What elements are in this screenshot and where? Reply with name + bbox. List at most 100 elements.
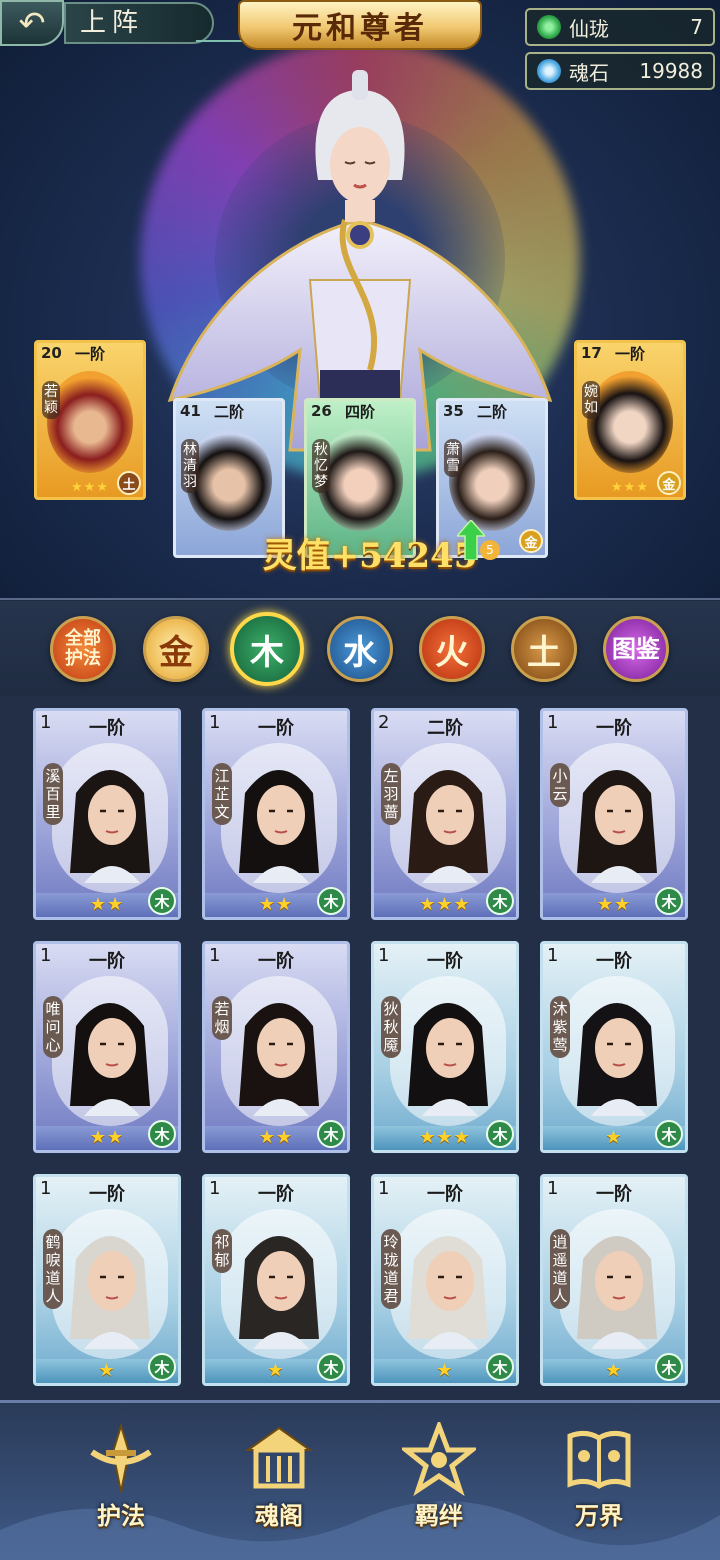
element-badge: 木 [655,887,683,915]
nav-wanjie[interactable]: 万界 [544,1422,654,1542]
roster-card[interactable]: 1 一阶 江芷文 ★★ 木 [202,708,350,920]
card-rank: 一阶 [258,1184,294,1205]
card-rank: 一阶 [596,951,632,972]
lineup-slot-1[interactable]: 20 一阶 若颖 ★★★ 土 [34,340,146,500]
roster-card[interactable]: 1 一阶 祁郁 ★ 木 [202,1174,350,1386]
character-portrait [577,1236,657,1349]
roster-card[interactable]: 1 一阶 鹤唳道人 ★ 木 [33,1174,181,1386]
filter-label: 全部护法 [65,628,101,669]
portrait [449,429,535,531]
filter-codex[interactable]: 图鉴 [603,616,669,682]
element-badge: 木 [148,1353,176,1381]
card-rank: 一阶 [89,718,125,739]
card-name: 若颖 [42,381,60,419]
card-name: 溪百里 [43,763,63,825]
card-rank: 二阶 [476,403,507,421]
character-portrait [239,1236,319,1349]
nav-label: 魂阁 [255,1501,303,1530]
element-badge: 木 [486,1120,514,1148]
character-portrait [70,770,150,883]
scene-divider [0,598,720,600]
roster-card[interactable]: 1 一阶 小云 ★★ 木 [540,708,688,920]
card-rank: 一阶 [614,345,645,363]
portrait [587,371,673,473]
card-name: 祁郁 [212,1229,232,1273]
screen-title: 上阵 [64,2,214,44]
roster-card[interactable]: 1 一阶 狄秋魇 ★★★ 木 [371,941,519,1153]
card-name: 左羽蔷 [381,763,401,825]
card-name: 萧雪 [444,439,462,477]
pavilion-emblem-icon [244,1426,314,1489]
nav-label: 羁绊 [415,1501,463,1530]
element-badge: 木 [655,1353,683,1381]
card-rank: 二阶 [213,403,244,421]
character-portrait [239,770,319,883]
character-portrait [408,1003,488,1116]
roster-card[interactable]: 1 一阶 逍遥道人 ★ 木 [540,1174,688,1386]
book-emblem-icon [567,1430,631,1489]
roster-card[interactable]: 1 一阶 溪百里 ★★ 木 [33,708,181,920]
roster-card[interactable]: 1 一阶 玲珑道君 ★ 木 [371,1174,519,1386]
card-name: 鹤唳道人 [43,1229,63,1309]
lineup-scene: ↶ 上阵 元和尊者 仙珑 7 魂石 19988 20 一阶 若颖 ★★★ 土 4… [0,0,720,600]
roster-card[interactable]: 1 一阶 沐紫莺 ★ 木 [540,941,688,1153]
currency-value: 7 [690,15,703,39]
nav-hufa[interactable]: 护法 [66,1422,176,1542]
bottom-nav: 护法 魂阁 羁绊 万界 [0,1400,720,1560]
character-portrait [577,1003,657,1116]
currency-value: 19988 [639,59,703,83]
currency-soulstone[interactable]: 魂石 19988 [525,52,715,90]
nav-hunge[interactable]: 魂阁 [224,1422,334,1542]
filter-label: 金 [159,632,193,673]
filter-label: 图鉴 [612,634,660,663]
roster-card[interactable]: 1 一阶 唯问心 ★★ 木 [33,941,181,1153]
card-name: 唯问心 [43,996,63,1058]
card-rank: 一阶 [427,951,463,972]
card-rank: 一阶 [427,1184,463,1205]
element-badge: 木 [486,1353,514,1381]
card-name: 沐紫莺 [550,996,570,1058]
card-rank: 一阶 [596,1184,632,1205]
roster-card[interactable]: 2 二阶 左羽蔷 ★★★ 木 [371,708,519,920]
soul-stone-icon [537,59,561,83]
element-filter-bar: 全部护法 金 木 水 火 土 图鉴 [0,601,720,696]
nav-divider [0,1400,720,1403]
filter-wood[interactable]: 木 [230,612,304,686]
element-badge: 木 [655,1120,683,1148]
hero-name-banner: 元和尊者 [238,0,482,50]
portrait [47,371,133,473]
card-name: 玲珑道君 [381,1229,401,1309]
filter-earth[interactable]: 土 [511,616,577,682]
card-name: 逍遥道人 [550,1229,570,1309]
sword-emblem-icon [90,1422,152,1493]
element-badge: 木 [317,1120,345,1148]
card-rank: 一阶 [258,951,294,972]
element-badge: 木 [317,887,345,915]
currency-xianlong[interactable]: 仙珑 7 [525,8,715,46]
currency-label: 魂石 [569,60,609,85]
element-badge: 木 [317,1353,345,1381]
element-badge: 木 [486,887,514,915]
back-button[interactable]: ↶ [0,0,64,46]
character-portrait [70,1236,150,1349]
filter-label: 木 [250,632,284,673]
filter-metal[interactable]: 金 [143,616,209,682]
filter-fire[interactable]: 火 [419,616,485,682]
card-name: 林清羽 [181,439,199,493]
element-badge: 木 [148,887,176,915]
currency-label: 仙珑 [569,16,609,41]
character-portrait [70,1003,150,1116]
roster-card[interactable]: 1 一阶 若烟 ★★ 木 [202,941,350,1153]
card-rank: 一阶 [74,345,105,363]
filter-label: 水 [343,632,377,673]
filter-all[interactable]: 全部护法 [50,616,116,682]
card-rank: 一阶 [258,718,294,739]
card-rank: 一阶 [89,1184,125,1205]
lineup-slot-5[interactable]: 17 一阶 婉如 ★★★ 金 [574,340,686,500]
jade-icon [537,15,561,39]
card-rank: 二阶 [427,718,463,739]
card-rank: 一阶 [596,718,632,739]
nav-jiban[interactable]: 羁绊 [384,1422,494,1542]
filter-water[interactable]: 水 [327,616,393,682]
element-badge: 金 [657,471,681,495]
